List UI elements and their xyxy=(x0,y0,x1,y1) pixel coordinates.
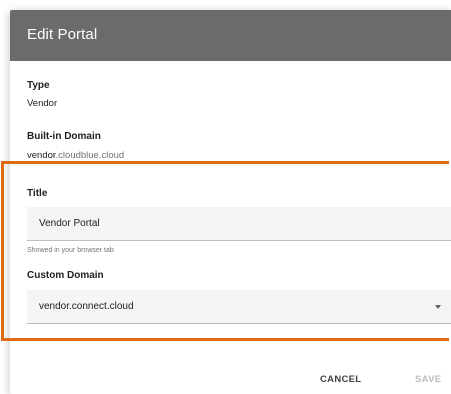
builtin-domain-label: Built-in Domain xyxy=(27,131,101,142)
dialog-actions: CANCEL SAVE xyxy=(10,362,451,394)
type-label: Type xyxy=(27,80,50,91)
dialog-header: Edit Portal xyxy=(10,10,451,61)
builtin-domain-prefix: vendor xyxy=(27,150,56,161)
dialog-title: Edit Portal xyxy=(27,26,98,43)
highlight-box xyxy=(1,161,449,341)
save-button[interactable]: SAVE xyxy=(415,374,441,385)
cancel-button[interactable]: CANCEL xyxy=(320,374,361,385)
builtin-domain-suffix: .cloudblue.cloud xyxy=(55,150,125,161)
builtin-domain-value: vendor.cloudblue.cloud xyxy=(27,150,124,161)
type-value: Vendor xyxy=(27,98,58,109)
